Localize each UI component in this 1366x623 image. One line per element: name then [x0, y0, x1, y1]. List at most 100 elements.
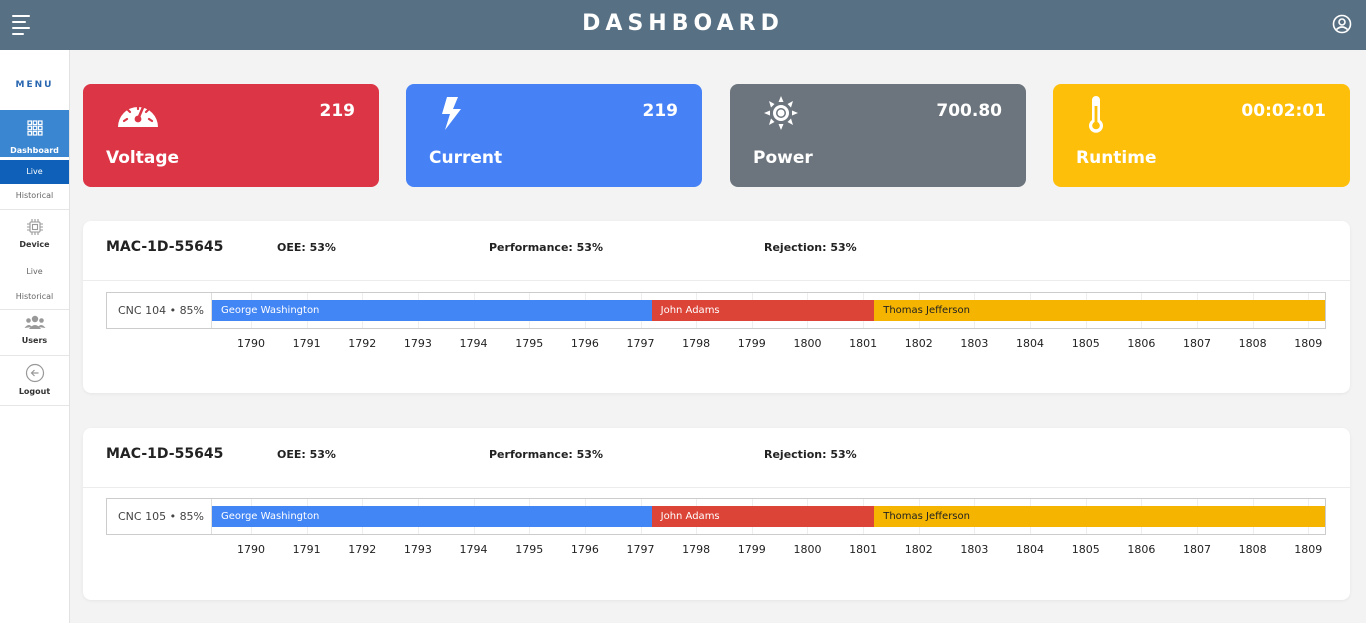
timeline-tick-label: 1797: [626, 543, 655, 556]
timeline-tick-label: 1796: [570, 543, 599, 556]
timeline-bar[interactable]: George Washington: [212, 506, 652, 527]
sidebar-item-label: Device: [19, 240, 50, 249]
timeline-tick-label: 1804: [1016, 337, 1045, 350]
timeline-tick-label: 1809: [1294, 543, 1323, 556]
card-power: 700.80 Power: [730, 84, 1026, 187]
timeline-tick-label: 1804: [1016, 543, 1045, 556]
timeline-row-label: CNC 105 • 85%: [107, 499, 212, 534]
timeline-chart: CNC 104 • 85% 1790 1791 1792 1793 1794 1795 17…: [106, 292, 1326, 350]
timeline-tick-label: 1801: [849, 337, 878, 350]
divider: [0, 405, 69, 406]
sidebar-item-dashboard[interactable]: Dashboard: [0, 110, 69, 157]
power-value: 700.80: [936, 101, 1002, 121]
sidebar-item-device[interactable]: Device: [0, 218, 69, 258]
timeline-tick-label: 1791: [292, 337, 321, 350]
timeline-tick-label: 1807: [1183, 543, 1211, 556]
sidebar-item-label: Dashboard: [10, 146, 59, 155]
machine-panel-header: MAC-1D-55645 OEE: 53% Performance: 53% R…: [83, 221, 1350, 281]
sidebar-subitem-dashboard-live[interactable]: Live: [0, 160, 69, 184]
timeline-tick-label: 1795: [515, 337, 544, 350]
timeline-tick-label: 1802: [904, 337, 933, 350]
timeline-tick-label: 1798: [682, 337, 711, 350]
timeline-tick-label: 1793: [403, 543, 432, 556]
timeline-tick-label: 1801: [849, 543, 878, 556]
timeline-tick-label: 1791: [292, 543, 321, 556]
machine-panel: MAC-1D-55645 OEE: 53% Performance: 53% R…: [83, 221, 1350, 393]
runtime-label: Runtime: [1076, 148, 1157, 168]
timeline-tick-label: 1800: [793, 543, 822, 556]
lightning-icon: [442, 97, 461, 130]
thermometer-icon: [1089, 96, 1103, 133]
sidebar: MENU Dashboard Live Historical Device Li…: [0, 50, 70, 623]
oee-stat: OEE: 53%: [277, 448, 336, 461]
timeline-tick-label: 1803: [960, 337, 989, 350]
divider: [0, 309, 69, 310]
performance-stat: Performance: 53%: [489, 448, 603, 461]
sidebar-item-users[interactable]: Users: [0, 314, 69, 354]
machine-id: MAC-1D-55645: [106, 446, 224, 462]
menu-title: MENU: [15, 80, 54, 90]
sidebar-item-logout[interactable]: Logout: [0, 363, 69, 403]
users-icon: [24, 315, 45, 329]
timeline-bar[interactable]: Thomas Jefferson: [874, 300, 1325, 321]
oee-stat: OEE: 53%: [277, 241, 336, 254]
timeline-tick-label: 1799: [737, 337, 766, 350]
timeline-tick-label: 1806: [1127, 543, 1156, 556]
timeline-chart: CNC 105 • 85% 1790 1791 1792 1793 1794 1795 17…: [106, 498, 1326, 556]
sidebar-item-label: Users: [21, 336, 48, 345]
gauge-icon: [118, 103, 158, 127]
sidebar-subitem-device-live[interactable]: Live: [0, 260, 69, 284]
timeline-tick-label: 1800: [793, 337, 822, 350]
timeline-bar[interactable]: Thomas Jefferson: [874, 506, 1325, 527]
timeline-tick-label: 1806: [1127, 337, 1156, 350]
timeline-tick-label: 1799: [737, 543, 766, 556]
timeline-tick-label: 1792: [348, 337, 377, 350]
chip-icon: [26, 219, 43, 235]
timeline-tick-label: 1805: [1071, 543, 1100, 556]
timeline-bar[interactable]: John Adams: [651, 300, 875, 321]
user-profile-icon[interactable]: [1332, 14, 1352, 34]
timeline-tick-label: 1792: [348, 543, 377, 556]
timeline-tick-label: 1793: [403, 337, 432, 350]
divider: [0, 355, 69, 356]
timeline-axis: 1790 1791 1792 1793 1794 1795 1796 1797 1798 1799…: [107, 539, 1327, 557]
grid-icon: [26, 120, 43, 136]
divider: [0, 209, 69, 210]
sidebar-subitem-dashboard-historical[interactable]: Historical: [0, 184, 69, 208]
sidebar-item-label: Logout: [18, 387, 51, 396]
timeline-tick-label: 1808: [1238, 337, 1267, 350]
timeline-tick-label: 1794: [459, 337, 488, 350]
rejection-stat: Rejection: 53%: [764, 241, 857, 254]
machine-panel-header: MAC-1D-55645 OEE: 53% Performance: 53% R…: [83, 428, 1350, 488]
timeline-tick-label: 1798: [682, 543, 711, 556]
runtime-value: 00:02:01: [1241, 101, 1326, 121]
timeline-tick-label: 1794: [459, 543, 488, 556]
timeline-tick-label: 1803: [960, 543, 989, 556]
sun-icon: [764, 96, 798, 130]
rejection-stat: Rejection: 53%: [764, 448, 857, 461]
logout-arrow-icon: [25, 363, 44, 383]
card-runtime: 00:02:01 Runtime: [1053, 84, 1350, 187]
timeline-tick-label: 1797: [626, 337, 655, 350]
card-current: 219 Current: [406, 84, 702, 187]
timeline-tick-label: 1807: [1183, 337, 1211, 350]
sidebar-subitem-device-historical[interactable]: Historical: [0, 285, 69, 309]
timeline-axis: 1790 1791 1792 1793 1794 1795 1796 1797 1798 1799…: [107, 333, 1327, 351]
timeline-tick-label: 1795: [515, 543, 544, 556]
timeline-tick-label: 1790: [236, 337, 265, 350]
page-title: DASHBOARD: [582, 11, 784, 36]
timeline-bar[interactable]: George Washington: [212, 300, 652, 321]
voltage-label: Voltage: [106, 148, 180, 168]
timeline-tick-label: 1802: [904, 543, 933, 556]
timeline-tick-label: 1805: [1071, 337, 1100, 350]
current-label: Current: [429, 148, 503, 168]
machine-id: MAC-1D-55645: [106, 239, 224, 255]
timeline-bar[interactable]: John Adams: [651, 506, 875, 527]
timeline-row-label: CNC 104 • 85%: [107, 293, 212, 328]
timeline-tick-label: 1796: [570, 337, 599, 350]
machine-panel: MAC-1D-55645 OEE: 53% Performance: 53% R…: [83, 428, 1350, 600]
timeline-tick-label: 1808: [1238, 543, 1267, 556]
current-value: 219: [642, 101, 679, 121]
card-voltage: 219 Voltage: [83, 84, 379, 187]
timeline-tick-label: 1790: [236, 543, 265, 556]
